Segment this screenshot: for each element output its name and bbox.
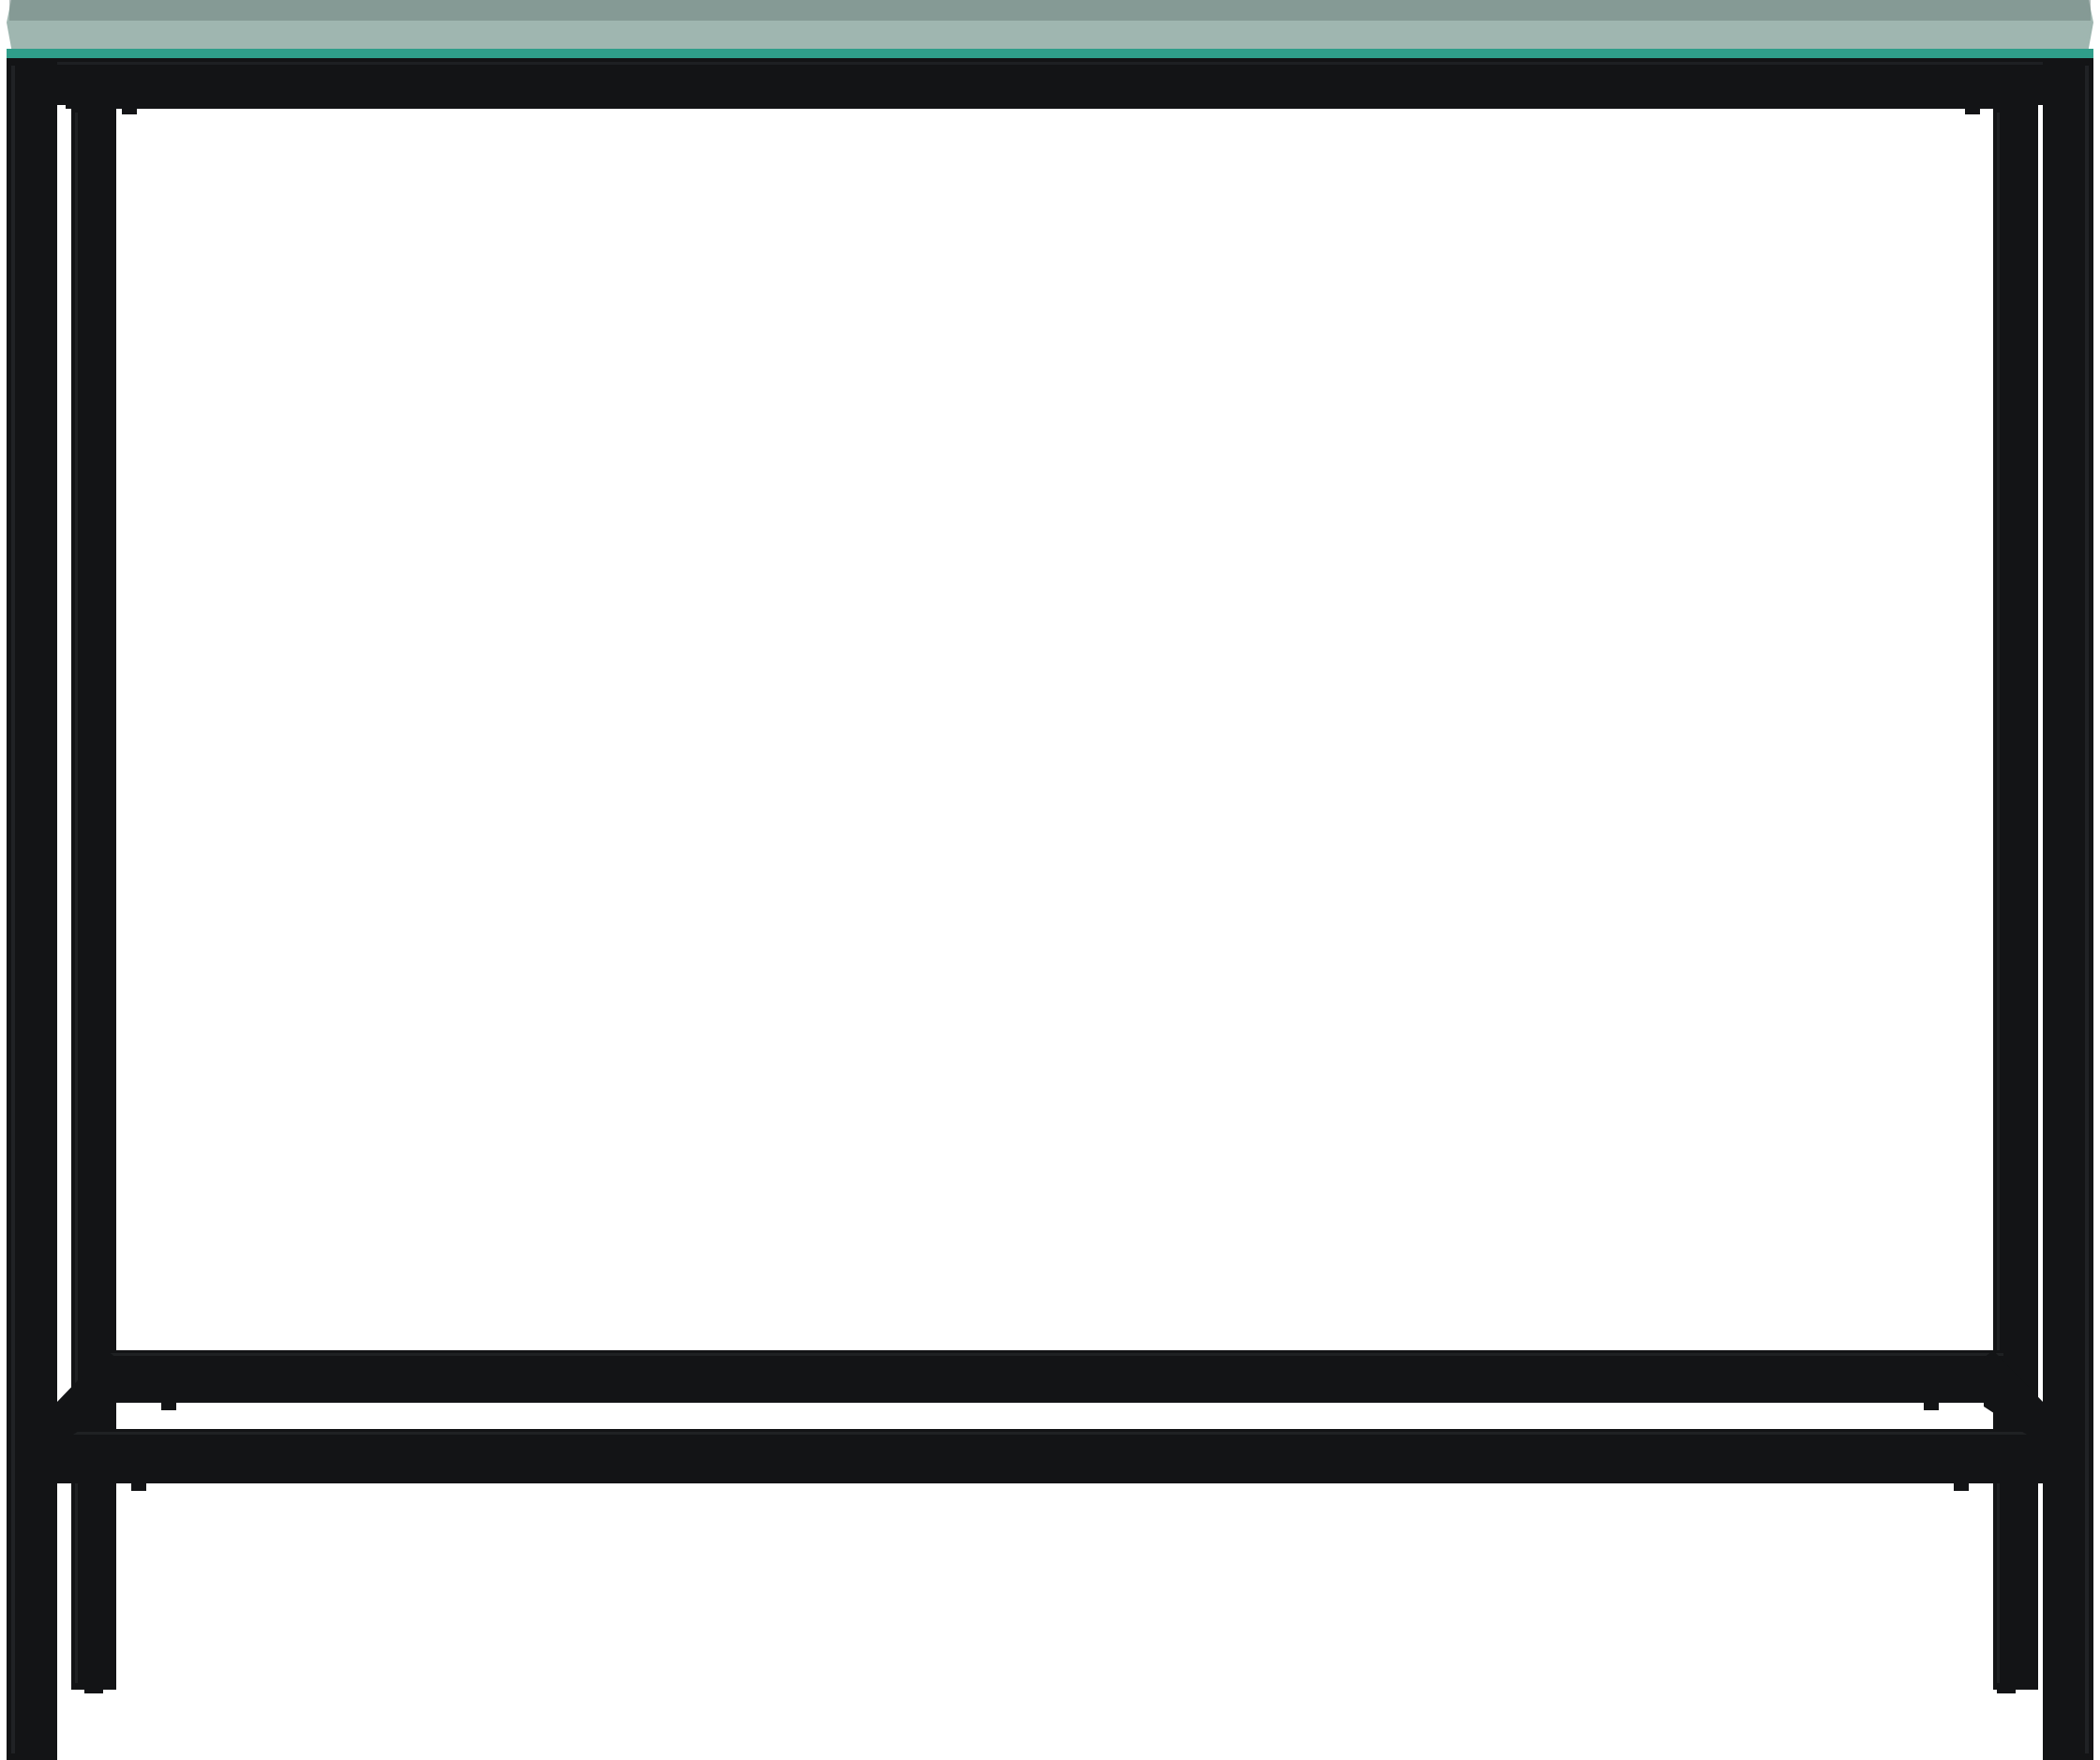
pad-right-top (1965, 105, 1980, 114)
glass-tabletop (7, 0, 2093, 60)
photo-background (0, 0, 2100, 1760)
back-bottom-rail-highlight (105, 1353, 2003, 1356)
glide-rail-right (1924, 1403, 1939, 1410)
front-left-leg-highlight (11, 66, 15, 1753)
top-apron-front-rail (7, 58, 2093, 105)
back-bottom-rail (105, 1350, 2003, 1403)
front-bottom-rail (57, 1429, 2043, 1483)
top-apron (7, 58, 2093, 109)
glide-low-right (1954, 1483, 1969, 1491)
pad-left-top (122, 105, 137, 114)
front-bottom-rail-highlight (57, 1432, 2043, 1435)
top-apron-highlight (56, 62, 2044, 65)
top-apron-back-rail (66, 99, 1997, 109)
front-right-leg-highlight (2085, 66, 2089, 1753)
glide-low-left (131, 1483, 146, 1491)
glide-front-right (1997, 1684, 2016, 1693)
left-side-connector (57, 1403, 104, 1429)
console-table (0, 0, 2100, 1760)
glide-rail-left (161, 1403, 176, 1410)
right-side-connector (1996, 1403, 2043, 1429)
glide-front-left (84, 1684, 103, 1693)
glass-top-shading (9, 0, 2091, 21)
product-photo (0, 0, 2100, 1760)
